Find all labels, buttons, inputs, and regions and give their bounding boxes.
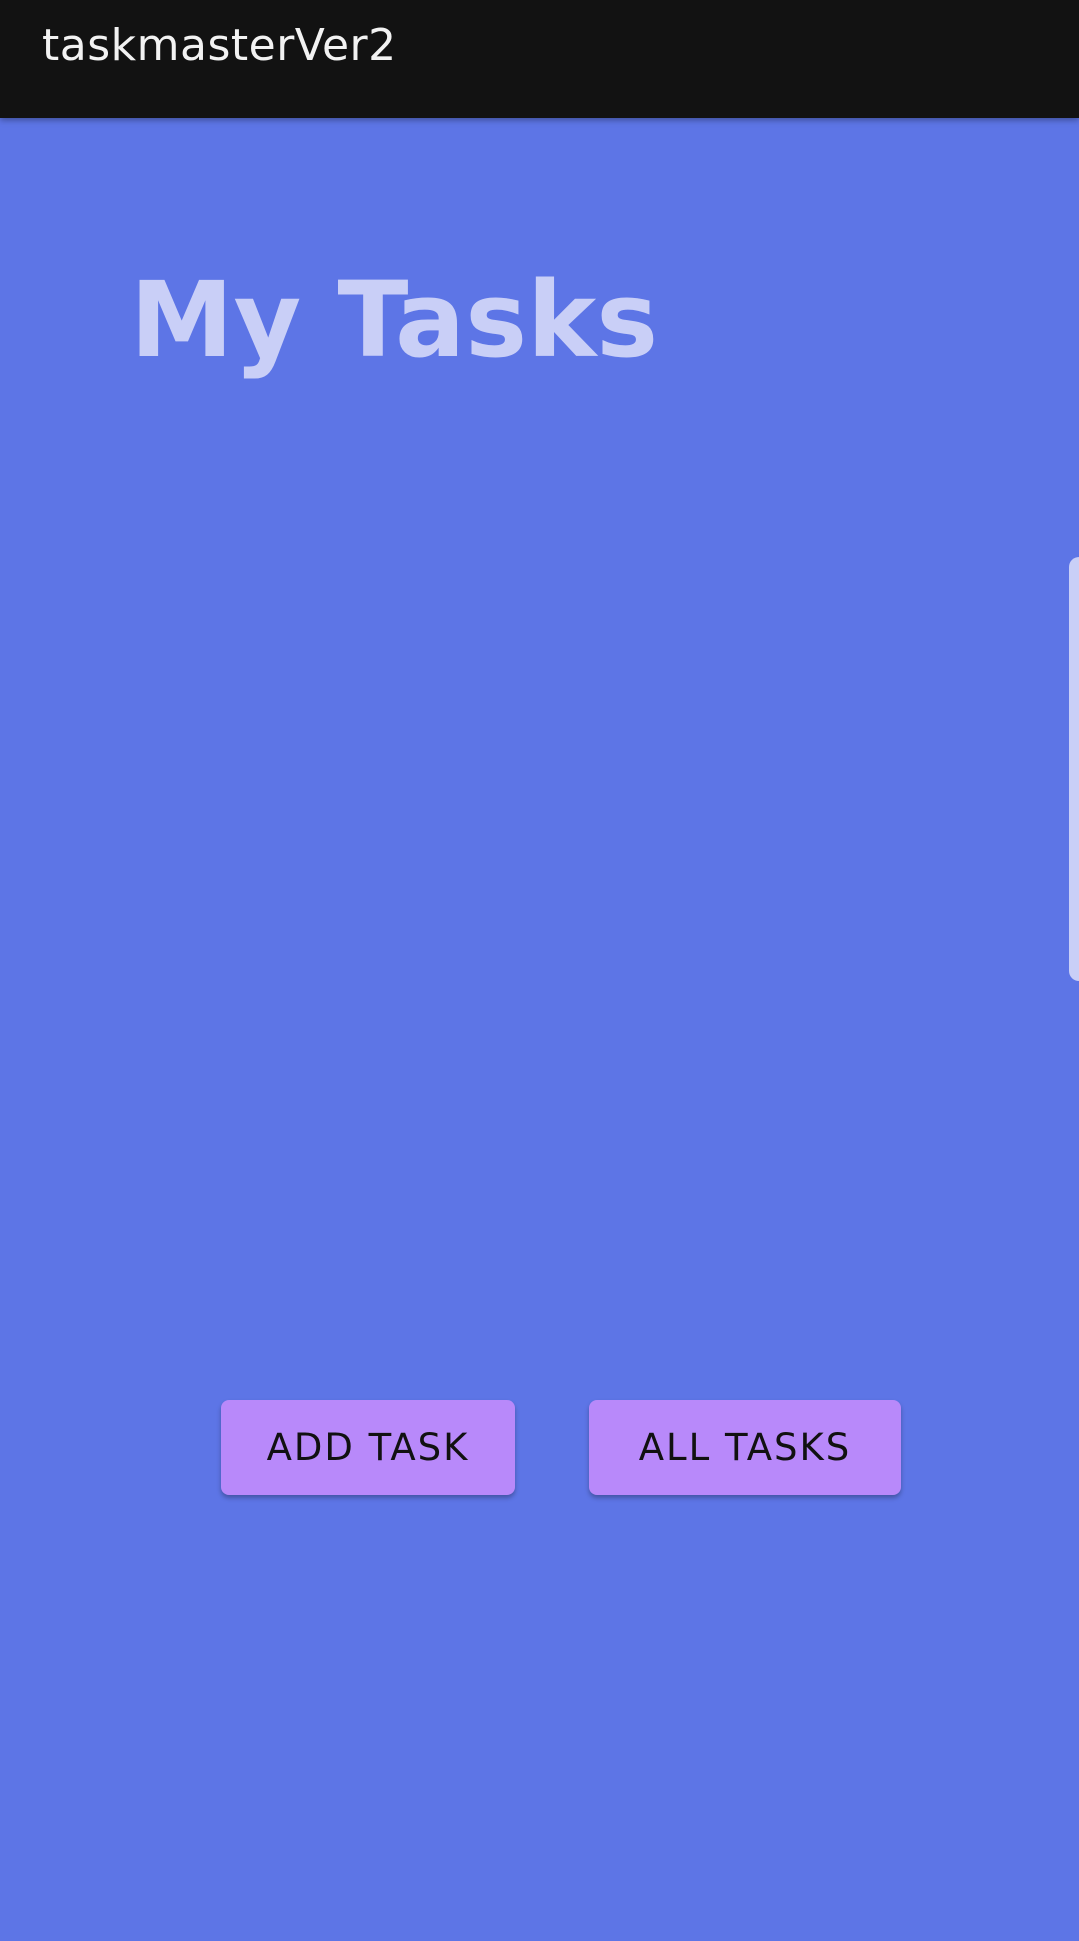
all-tasks-button[interactable]: ALL TASKS	[589, 1400, 901, 1495]
app-title: taskmasterVer2	[42, 20, 397, 71]
page-title: My Tasks	[130, 259, 659, 381]
add-task-button[interactable]: ADD TASK	[221, 1400, 515, 1495]
main-screen: taskmasterVer2 My Tasks ADD TASK ALL TAS…	[0, 0, 1079, 1941]
edge-panel-handle[interactable]	[1069, 557, 1079, 981]
app-bar: taskmasterVer2	[0, 0, 1079, 118]
